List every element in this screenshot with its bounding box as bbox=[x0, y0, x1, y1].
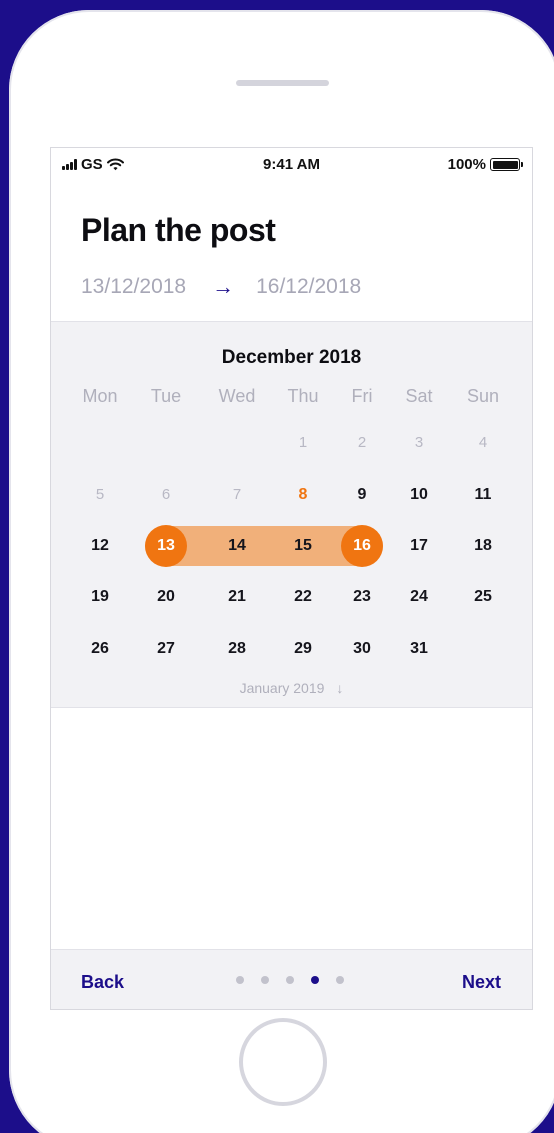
weekday-label: Tue bbox=[150, 386, 182, 406]
calendar-day[interactable]: 5 bbox=[80, 483, 120, 507]
calendar-day[interactable]: 7 bbox=[217, 483, 257, 507]
calendar-day[interactable]: 13 bbox=[146, 534, 186, 558]
battery-percent: 100% bbox=[447, 156, 486, 173]
calendar-day[interactable]: 17 bbox=[399, 534, 439, 558]
weekday-label: Wed bbox=[218, 386, 256, 406]
calendar-day[interactable]: 2 bbox=[342, 431, 382, 455]
calendar-day[interactable]: 21 bbox=[217, 585, 257, 609]
calendar-day[interactable]: 15 bbox=[283, 534, 323, 558]
calendar-day[interactable]: 1 bbox=[283, 431, 323, 455]
calendar-day[interactable]: 23 bbox=[342, 585, 382, 609]
status-bar: GS 9:41 AM 100% bbox=[51, 148, 532, 180]
page-dot bbox=[286, 976, 294, 984]
calendar-day[interactable]: 28 bbox=[217, 637, 257, 661]
weekday-label: Mon bbox=[82, 386, 118, 406]
page-dot bbox=[236, 976, 244, 984]
calendar-day[interactable]: 10 bbox=[399, 483, 439, 507]
calendar-day[interactable]: 8 bbox=[283, 483, 323, 507]
page-title: Plan the post bbox=[81, 212, 276, 248]
calendar-day[interactable]: 31 bbox=[399, 637, 439, 661]
calendar-day[interactable]: 16 bbox=[342, 534, 382, 558]
next-month-label: January 2019 bbox=[239, 680, 325, 696]
calendar-day[interactable]: 12 bbox=[80, 534, 120, 558]
home-button[interactable] bbox=[239, 1018, 327, 1106]
app-screen: GS 9:41 AM 100% Plan the post 13/12/2018… bbox=[50, 147, 533, 1010]
page-dot bbox=[261, 976, 269, 984]
page-dot bbox=[336, 976, 344, 984]
page-indicator bbox=[236, 976, 344, 984]
calendar-day[interactable]: 6 bbox=[146, 483, 186, 507]
battery-icon bbox=[490, 158, 523, 171]
weekday-label: Thu bbox=[287, 386, 319, 406]
weekday-label: Sat bbox=[405, 386, 433, 406]
phone-frame: GS 9:41 AM 100% Plan the post 13/12/2018… bbox=[9, 10, 554, 1133]
calendar-day[interactable]: 27 bbox=[146, 637, 186, 661]
start-date[interactable]: 13/12/2018 bbox=[81, 275, 186, 299]
footer: Back Next bbox=[51, 949, 532, 1009]
calendar-day[interactable]: 9 bbox=[342, 483, 382, 507]
next-month-link[interactable]: January 2019 ↓ bbox=[51, 680, 532, 696]
next-button[interactable]: Next bbox=[462, 972, 501, 993]
calendar-day[interactable]: 14 bbox=[217, 534, 257, 558]
weekday-label: Sun bbox=[466, 386, 500, 406]
calendar-day[interactable]: 18 bbox=[463, 534, 503, 558]
speaker-grille bbox=[236, 80, 329, 86]
calendar-day[interactable]: 24 bbox=[399, 585, 439, 609]
calendar-day[interactable]: 29 bbox=[283, 637, 323, 661]
arrow-down-icon: ↓ bbox=[336, 680, 344, 696]
calendar-day[interactable]: 4 bbox=[463, 431, 503, 455]
arrow-right-icon: → bbox=[212, 274, 235, 299]
month-title: December 2018 bbox=[221, 347, 362, 368]
calendar-day[interactable]: 30 bbox=[342, 637, 382, 661]
calendar-day[interactable]: 20 bbox=[146, 585, 186, 609]
calendar: December 2018 January 2019 ↓ Mon Tue Wed Thu… bbox=[51, 321, 532, 708]
calendar-day[interactable]: 25 bbox=[463, 585, 503, 609]
page-dot bbox=[311, 976, 319, 984]
date-range: 13/12/2018 → 16/12/2018 bbox=[81, 274, 361, 300]
calendar-day[interactable]: 11 bbox=[463, 483, 503, 507]
calendar-day[interactable]: 22 bbox=[283, 585, 323, 609]
weekday-label: Fri bbox=[351, 386, 373, 406]
status-right: 100% bbox=[447, 156, 523, 173]
calendar-day[interactable]: 26 bbox=[80, 637, 120, 661]
calendar-day[interactable]: 3 bbox=[399, 431, 439, 455]
end-date[interactable]: 16/12/2018 bbox=[256, 275, 361, 299]
back-button[interactable]: Back bbox=[81, 972, 124, 993]
calendar-day[interactable]: 19 bbox=[80, 585, 120, 609]
